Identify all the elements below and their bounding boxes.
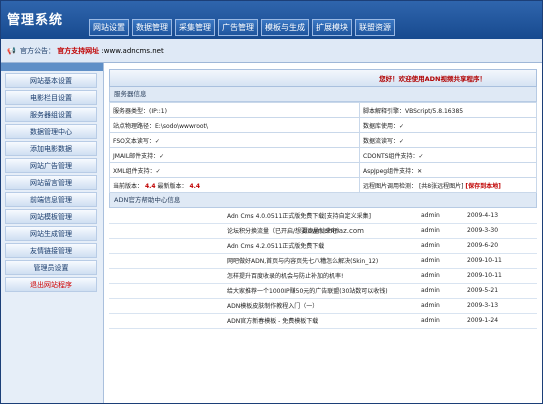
news-row: Adn Cms 4.0.0511正式版免费下载[支持自定义采集] admin 2…	[109, 208, 537, 224]
sidebar-item-movie-category-settings[interactable]: 电影栏目设置	[5, 90, 97, 105]
version-cell: 当前版本： 4.4 最新版本： 4.4	[109, 177, 360, 193]
remote-image-count: [共8张远程图片]	[418, 182, 464, 190]
xml-support: XML组件支持：✓	[109, 162, 360, 178]
news-author: admin	[421, 283, 463, 299]
sidebar-item-site-basic-settings[interactable]: 网站基本设置	[5, 73, 97, 88]
save-local-link[interactable]: [保存到本地]	[465, 183, 501, 190]
news-date: 2009-6-20	[463, 238, 537, 254]
support-link-label[interactable]: 官方支持网址	[57, 47, 99, 55]
news-title[interactable]: ADN官方新春模板 - 免费模板下载	[109, 313, 421, 329]
news-row: 网吧做好ADN,首页与内容页先七八糟怎么解决(Skin_12) admin 20…	[109, 253, 537, 269]
news-row: 给大家推荐一个1000IP赚50元的广告联盟(30站数可以收钱) admin 2…	[109, 283, 537, 299]
table-row: 站点物理路径：E:\sodo\wwwroot\ 数据库使用：✓	[109, 117, 537, 133]
sidebar-item-data-center[interactable]: 数据管理中心	[5, 124, 97, 139]
help-center-heading: ADN官方帮助中心信息	[109, 193, 537, 208]
window: 管理系统 网站设置 数据管理 采集管理 广告管理 模板与生成 扩展模块 联盟资源…	[0, 0, 543, 404]
notice-bar: 📢 官方公告： 官方支持网址 :www.adncms.net	[1, 39, 542, 63]
app-title: 管理系统	[7, 13, 64, 28]
aspjpeg-support: AspJpeg组件支持：✕	[359, 162, 537, 178]
latest-version: 4.4	[189, 182, 201, 190]
news-title[interactable]: 给大家推荐一个1000IP赚50元的广告联盟(30站数可以收钱)	[109, 283, 421, 299]
news-date: 2009-10-11	[463, 268, 537, 284]
sidebar-item-server-group-settings[interactable]: 服务器组设置	[5, 107, 97, 122]
news-row: ADN官方新春模板 - 免费模板下载 admin 2009-1-24	[109, 313, 537, 329]
tab-alliance-resources[interactable]: 联盟资源	[355, 19, 395, 36]
main-panel: 您好！欢迎使用ADN视频共享程序！ 服务器信息 服务器类型：(IP::1) 脚本…	[109, 69, 537, 399]
news-author: admin	[421, 313, 463, 329]
news-title[interactable]: ADN模板皮肤制作教程入门（一）	[109, 298, 421, 314]
megaphone-icon: 📢	[7, 47, 16, 55]
sidebar-header-bar	[1, 63, 103, 71]
news-title[interactable]: Adn Cms 4.0.0511正式版免费下载[支持自定义采集]	[109, 208, 421, 224]
table-row: FSO文本读写：✓ 数据流读写：✓	[109, 132, 537, 148]
news-date: 2009-1-24	[463, 313, 537, 329]
watermark: down.chinaz.com	[303, 227, 364, 235]
notice-prefix: 官方公告：	[19, 47, 55, 55]
sidebar-item-admin-settings[interactable]: 管理员设置	[5, 260, 97, 275]
news-author: admin	[421, 253, 463, 269]
top-nav: 网站设置 数据管理 采集管理 广告管理 模板与生成 扩展模块 联盟资源	[89, 19, 398, 36]
physical-path: 站点物理路径：E:\sodo\wwwroot\	[109, 117, 360, 133]
support-url[interactable]: :www.adncms.net	[101, 47, 163, 55]
remote-image-cell: 远程图片调用检测： [共8张远程图片] [保存到本地]	[359, 177, 537, 193]
current-version: 4.4	[144, 182, 156, 190]
news-title[interactable]: Adn Cms 4.2.0511正式版免费下载	[109, 238, 421, 254]
script-engine: 脚本解释引擎：VBScript/5.8.16385	[359, 102, 537, 118]
remote-image-label: 远程图片调用检测：	[363, 182, 418, 190]
header: 管理系统 网站设置 数据管理 采集管理 广告管理 模板与生成 扩展模块 联盟资源	[1, 1, 542, 39]
sidebar-item-template-management[interactable]: 网站模板管理	[5, 209, 97, 224]
news-title[interactable]: 论坛积分换流量（已开启/想要流量就来吧）	[109, 223, 421, 239]
news-row: ADN模板皮肤制作教程入门（一） admin 2009-3-13	[109, 298, 537, 314]
sidebar-item-frontend-info-management[interactable]: 前端信息管理	[5, 192, 97, 207]
tab-site-settings[interactable]: 网站设置	[89, 19, 129, 36]
server-info-table: 服务器类型：(IP::1) 脚本解释引擎：VBScript/5.8.16385 …	[109, 102, 537, 193]
sidebar: 网站基本设置 电影栏目设置 服务器组设置 数据管理中心 添加电影数据 网站广告管…	[1, 63, 104, 403]
server-info-heading: 服务器信息	[109, 87, 537, 102]
tab-ad-management[interactable]: 广告管理	[218, 19, 258, 36]
table-row: 当前版本： 4.4 最新版本： 4.4 远程图片调用检测： [共8张远程图片] …	[109, 177, 537, 193]
tab-template-generation[interactable]: 模板与生成	[261, 19, 309, 36]
news-author: admin	[421, 298, 463, 314]
sidebar-item-friend-links[interactable]: 友情链接管理	[5, 243, 97, 258]
jmail-support: JMAIL邮件支持：✓	[109, 147, 360, 163]
database-usage: 数据库使用：✓	[359, 117, 537, 133]
latest-version-label: 最新版本：	[157, 182, 188, 190]
fso-support: FSO文本读写：✓	[109, 132, 360, 148]
tab-extension-modules[interactable]: 扩展模块	[312, 19, 352, 36]
welcome-banner: 您好！欢迎使用ADN视频共享程序！	[109, 69, 537, 87]
news-author: admin	[421, 268, 463, 284]
server-type: 服务器类型：(IP::1)	[109, 102, 360, 118]
news-row: Adn Cms 4.2.0511正式版免费下载 admin 2009-6-20	[109, 238, 537, 254]
table-row: JMAIL邮件支持：✓ CDONTS组件支持：✓	[109, 147, 537, 163]
news-title[interactable]: 网吧做好ADN,首页与内容页先七八糟怎么解决(Skin_12)	[109, 253, 421, 269]
table-row: 服务器类型：(IP::1) 脚本解释引擎：VBScript/5.8.16385	[109, 102, 537, 118]
news-date: 2009-4-13	[463, 208, 537, 224]
sidebar-item-generation-management[interactable]: 网站生成管理	[5, 226, 97, 241]
news-date: 2009-5-21	[463, 283, 537, 299]
sidebar-item-ad-management[interactable]: 网站广告管理	[5, 158, 97, 173]
stream-support: 数据流读写：✓	[359, 132, 537, 148]
current-version-label: 当前版本：	[113, 182, 144, 190]
sidebar-item-guestbook-management[interactable]: 网站留言管理	[5, 175, 97, 190]
sidebar-item-add-movie[interactable]: 添加电影数据	[5, 141, 97, 156]
news-author: admin	[421, 238, 463, 254]
tab-data-management[interactable]: 数据管理	[132, 19, 172, 36]
table-row: XML组件支持：✓ AspJpeg组件支持：✕	[109, 162, 537, 178]
news-row: 怎样提升百度收录的机会与防止补加的机率! admin 2009-10-11	[109, 268, 537, 284]
news-title[interactable]: 怎样提升百度收录的机会与防止补加的机率!	[109, 268, 421, 284]
news-author: admin	[421, 223, 463, 239]
news-author: admin	[421, 208, 463, 224]
news-date: 2009-3-13	[463, 298, 537, 314]
cdonts-support: CDONTS组件支持：✓	[359, 147, 537, 163]
tab-collection-management[interactable]: 采集管理	[175, 19, 215, 36]
sidebar-item-exit[interactable]: 退出网站程序	[5, 277, 97, 292]
news-date: 2009-10-11	[463, 253, 537, 269]
news-date: 2009-3-30	[463, 223, 537, 239]
